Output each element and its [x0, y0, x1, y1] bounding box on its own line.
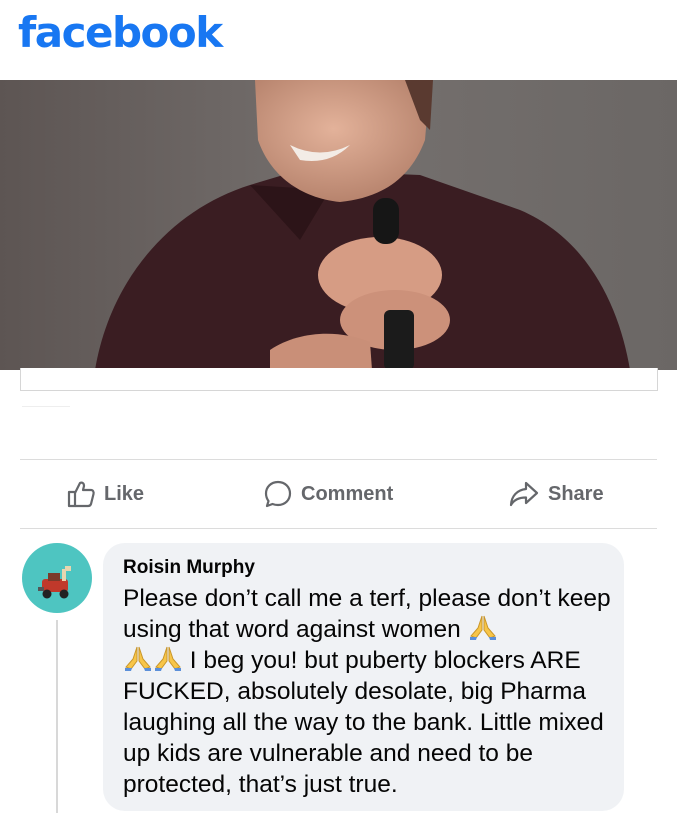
comment-label: Comment	[301, 482, 394, 505]
comment-icon	[263, 479, 293, 509]
folded-hands-icon	[153, 645, 183, 671]
top-bar: facebook	[0, 0, 677, 80]
share-label: Share	[548, 482, 604, 505]
comment-text-part2: I beg you! but puberty blockers ARE FUCK…	[123, 647, 604, 798]
facebook-logo[interactable]: facebook	[18, 8, 223, 57]
share-icon	[508, 479, 540, 509]
thumbs-up-icon	[66, 479, 96, 509]
faint-divider	[22, 406, 70, 407]
share-button[interactable]: Share	[508, 460, 604, 528]
post-photo[interactable]	[0, 80, 677, 370]
folded-hands-icon	[123, 645, 153, 671]
link-preview-box	[20, 368, 658, 391]
actions-bottom-divider	[20, 528, 657, 529]
like-label: Like	[104, 482, 145, 505]
comment-bubble: Roisin Murphy Please don’t call me a ter…	[103, 543, 624, 811]
comment-text-part1: Please don’t call me a terf, please don’…	[123, 585, 611, 643]
folded-hands-icon	[468, 614, 498, 640]
comment-button[interactable]: Comment	[263, 460, 393, 528]
comment-text: Please don’t call me a terf, please don’…	[123, 583, 613, 800]
thread-line	[56, 620, 58, 813]
photo-image	[0, 80, 677, 370]
avatar[interactable]	[22, 543, 92, 613]
comment-author[interactable]: Roisin Murphy	[123, 557, 255, 579]
like-button[interactable]: Like	[66, 460, 144, 528]
post-actions-bar: Like Comment Share	[20, 460, 657, 528]
avatar-icon	[38, 566, 71, 599]
